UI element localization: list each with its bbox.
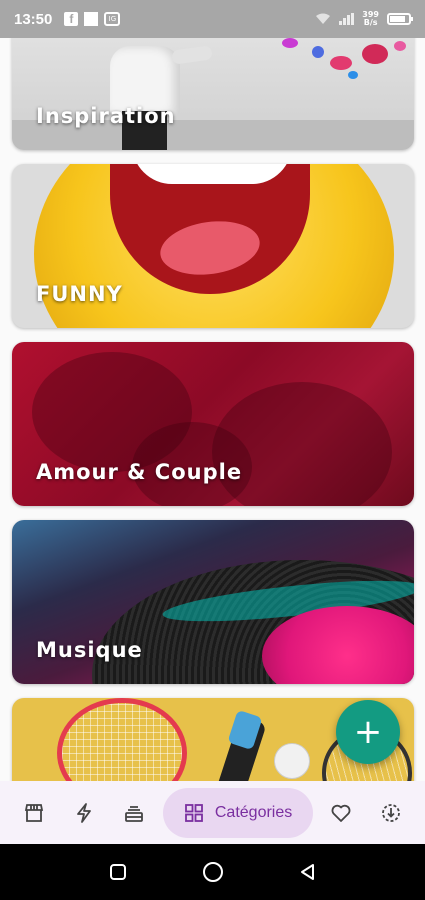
- home-icon: [202, 862, 223, 882]
- nav-item-store[interactable]: [12, 791, 56, 835]
- system-navigation-bar: [0, 844, 425, 900]
- instagram-icon: IG: [104, 12, 121, 26]
- signal-icon: [339, 13, 355, 25]
- tennis-racket: [57, 698, 187, 781]
- baseball: [274, 743, 310, 779]
- notification-square-icon: [84, 12, 99, 26]
- paint-splash: [348, 71, 358, 79]
- category-card-funny[interactable]: FUNNY: [12, 164, 414, 328]
- nav-item-collections[interactable]: [112, 791, 156, 835]
- card-illustration-arm: [171, 45, 213, 65]
- facebook-icon: f: [64, 12, 79, 26]
- nav-item-trending[interactable]: [62, 791, 106, 835]
- lightning-icon: [77, 802, 92, 823]
- paint-splash: [282, 38, 298, 48]
- category-label: Inspiration: [36, 104, 176, 128]
- store-icon: [24, 803, 44, 822]
- paint-splash: [362, 44, 388, 64]
- back-icon: [300, 864, 314, 880]
- category-label: Musique: [36, 638, 143, 662]
- wifi-icon: [316, 13, 331, 24]
- network-speed: 399 B/s: [362, 11, 379, 27]
- category-card-musique[interactable]: Musique: [12, 520, 414, 684]
- recents-button[interactable]: [103, 857, 133, 887]
- bottom-navigation: Catégories: [0, 781, 425, 844]
- category-list[interactable]: Inspiration FUNNY Amour & Couple Musique: [0, 38, 425, 781]
- category-card-amour-couple[interactable]: Amour & Couple: [12, 342, 414, 506]
- category-label: Amour & Couple: [36, 460, 243, 484]
- nav-categories-label: Catégories: [214, 803, 293, 821]
- recents-icon: [109, 864, 126, 880]
- category-card-inspiration[interactable]: Inspiration: [12, 38, 414, 150]
- status-time: 13:50: [14, 10, 53, 28]
- paint-splash: [312, 46, 324, 58]
- paint-splash: [394, 41, 406, 51]
- nav-item-categories[interactable]: Catégories: [162, 787, 313, 838]
- battery-icon: [387, 13, 413, 25]
- add-button[interactable]: +: [336, 700, 400, 764]
- status-bar: 13:50 f IG 399 B/s: [0, 0, 425, 38]
- category-label: FUNNY: [36, 282, 123, 306]
- heart-icon: [331, 804, 351, 822]
- notification-icons: f IG: [64, 12, 121, 26]
- paint-splash: [330, 56, 352, 70]
- download-icon: [382, 803, 400, 822]
- nav-item-downloads[interactable]: [369, 791, 413, 835]
- speed-unit: B/s: [363, 18, 378, 27]
- nav-item-favorites[interactable]: [319, 791, 363, 835]
- stack-icon: [125, 805, 144, 822]
- system-status-icons: 399 B/s: [315, 11, 413, 27]
- back-button[interactable]: [293, 857, 323, 887]
- plus-icon: +: [353, 712, 383, 752]
- battery-fill: [390, 16, 406, 22]
- home-button[interactable]: [198, 857, 228, 887]
- grid-icon: [184, 803, 203, 822]
